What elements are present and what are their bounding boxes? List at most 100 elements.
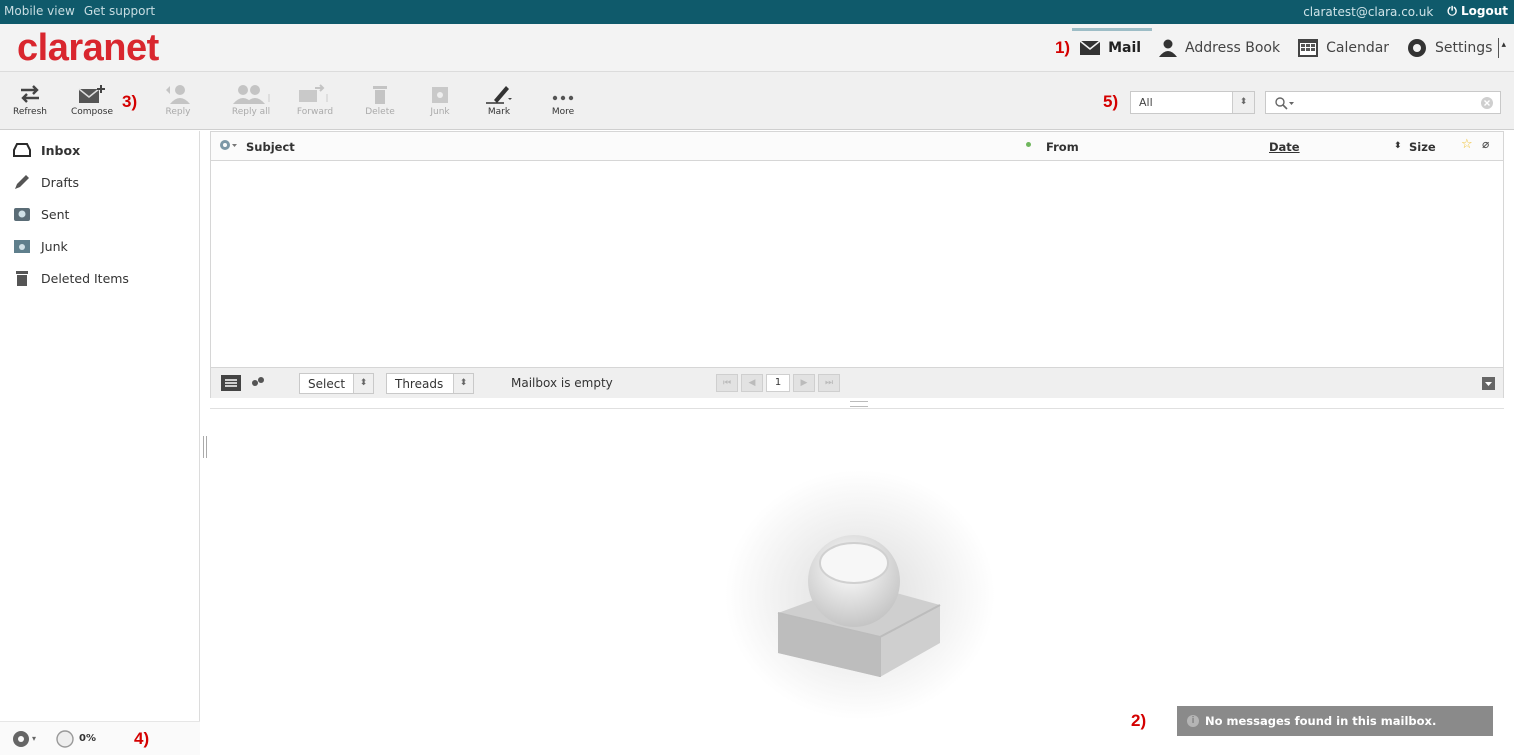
header: claranet 1) Mail Address Book Calendar S… <box>0 24 1514 72</box>
column-size[interactable]: Size <box>1409 140 1436 154</box>
filter-value: All <box>1139 96 1153 109</box>
threads-dropdown[interactable]: Threads ⬍ <box>386 373 474 394</box>
reply-button[interactable]: Reply <box>152 84 204 117</box>
folder-sidebar: Inbox Drafts Sent Junk Deleted Items ▾ 0… <box>0 131 200 755</box>
sort-arrows-icon: ⬍ <box>1394 141 1402 151</box>
mark-button[interactable]: Mark <box>473 84 525 117</box>
folder-actions-button[interactable]: ▾ <box>12 730 36 748</box>
annotation-1: 1) <box>1054 38 1071 57</box>
sent-icon <box>14 208 30 221</box>
column-from[interactable]: From <box>1046 140 1079 154</box>
forward-icon <box>299 84 328 102</box>
junk-icon <box>14 240 30 253</box>
column-subject[interactable]: Subject <box>246 140 295 154</box>
page-number-input[interactable]: 1 <box>766 374 790 392</box>
sidebar-resize-handle[interactable] <box>203 436 207 458</box>
nav-mail[interactable]: Mail <box>1072 28 1153 56</box>
trash-icon <box>16 271 28 286</box>
gear-icon <box>1408 39 1427 57</box>
first-page-button[interactable]: ⏮ <box>716 374 738 392</box>
next-page-button[interactable]: ▶ <box>793 374 815 392</box>
delete-label: Delete <box>365 107 395 117</box>
list-view-icon[interactable] <box>221 375 241 391</box>
select-label: Select <box>308 377 346 391</box>
toolbar: Refresh Compose 3) Reply Reply all Forwa… <box>0 72 1514 130</box>
get-support-link[interactable]: Get support <box>84 4 155 18</box>
top-bar: Mobile view Get support claratest@clara.… <box>0 0 1514 24</box>
select-arrows-icon: ⬍ <box>353 374 373 393</box>
power-icon: ⏻ <box>1447 4 1461 18</box>
attachment-icon[interactable]: ⌀ <box>1482 137 1489 151</box>
folder-sent[interactable]: Sent <box>0 198 199 230</box>
folder-junk-label: Junk <box>41 238 68 254</box>
flag-star-icon[interactable]: ☆ <box>1461 137 1473 152</box>
folder-inbox[interactable]: Inbox <box>0 134 199 166</box>
threads-icon[interactable] <box>250 376 266 388</box>
status-dot-icon <box>1026 142 1031 147</box>
select-dropdown[interactable]: Select ⬍ <box>299 373 374 394</box>
preview-resize-handle[interactable] <box>210 399 1504 409</box>
notification-message: i No messages found in this mailbox. <box>1177 706 1493 736</box>
gear-icon <box>13 730 29 747</box>
delete-button[interactable]: Delete <box>354 84 406 117</box>
mailbox-filter-select[interactable]: All ⬍ <box>1130 91 1255 114</box>
reply-all-button[interactable]: Reply all <box>220 84 282 117</box>
compose-icon <box>78 85 105 103</box>
logout-button[interactable]: ⏻ Logout <box>1447 4 1508 19</box>
more-button[interactable]: More <box>537 84 589 117</box>
sidebar-footer: ▾ 0% 4) <box>0 721 200 755</box>
list-options-button[interactable] <box>219 139 239 154</box>
folder-sent-label: Sent <box>41 206 70 222</box>
calendar-icon <box>1298 39 1319 57</box>
message-list-header: Subject From Date ⬍ Size ☆ ⌀ <box>211 132 1503 161</box>
forward-button[interactable]: Forward <box>289 84 341 117</box>
annotation-2: 2) <box>1131 711 1147 730</box>
reply-all-icon <box>233 85 270 104</box>
mark-icon <box>486 86 512 104</box>
envelope-icon <box>1080 41 1101 55</box>
column-date[interactable]: Date <box>1269 140 1300 154</box>
empty-mailbox-illustration <box>725 470 995 720</box>
toggle-preview-icon[interactable] <box>1482 377 1495 390</box>
gear-icon <box>220 140 237 150</box>
nav-calendar[interactable]: Calendar <box>1298 39 1389 57</box>
compose-label: Compose <box>70 107 113 117</box>
preview-pane <box>210 410 1504 755</box>
folder-inbox-label: Inbox <box>41 142 81 158</box>
search-input[interactable] <box>1265 91 1501 114</box>
refresh-icon <box>21 85 39 103</box>
folder-junk[interactable]: Junk <box>0 230 199 262</box>
junk-icon <box>432 87 448 103</box>
chevron-down-icon: ▾ <box>32 734 37 743</box>
refresh-button[interactable]: Refresh <box>4 84 56 117</box>
select-arrows-icon: ⬍ <box>453 374 473 393</box>
collapse-header-icon[interactable]: ▴ <box>1498 38 1506 58</box>
message-list-footer: Select ⬍ Threads ⬍ Mailbox is empty ⏮ ◀ … <box>211 367 1503 398</box>
clear-search-icon[interactable] <box>1480 96 1494 110</box>
mark-label: Mark <box>487 107 511 117</box>
select-arrows-icon: ⬍ <box>1232 92 1254 113</box>
junk-button[interactable]: Junk <box>414 84 466 117</box>
logout-label: Logout <box>1460 4 1508 18</box>
mobile-view-link[interactable]: Mobile view <box>4 4 75 18</box>
folder-drafts[interactable]: Drafts <box>0 166 199 198</box>
annotation-5: 5) <box>1103 92 1119 111</box>
user-email: claratest@clara.co.uk <box>1303 4 1434 19</box>
info-icon: i <box>1187 715 1199 727</box>
prev-page-button[interactable]: ◀ <box>741 374 763 392</box>
nav-settings[interactable]: Settings <box>1407 38 1492 58</box>
folder-drafts-label: Drafts <box>41 174 80 190</box>
threads-label: Threads <box>395 377 444 391</box>
quota-pie-icon <box>56 729 74 748</box>
annotation-3: 3) <box>122 92 138 111</box>
nav-address-book[interactable]: Address Book <box>1159 39 1280 57</box>
claranet-logo: claranet <box>17 27 159 69</box>
nav-address-book-label: Address Book <box>1185 40 1281 56</box>
last-page-button[interactable]: ⏭ <box>818 374 840 392</box>
quota-percentage: 0% <box>79 733 96 744</box>
compose-button[interactable]: Compose <box>66 84 118 117</box>
person-icon <box>1159 39 1178 57</box>
folder-deleted-items[interactable]: Deleted Items <box>0 262 199 294</box>
refresh-label: Refresh <box>13 107 47 117</box>
search-options-icon[interactable] <box>1274 96 1296 110</box>
